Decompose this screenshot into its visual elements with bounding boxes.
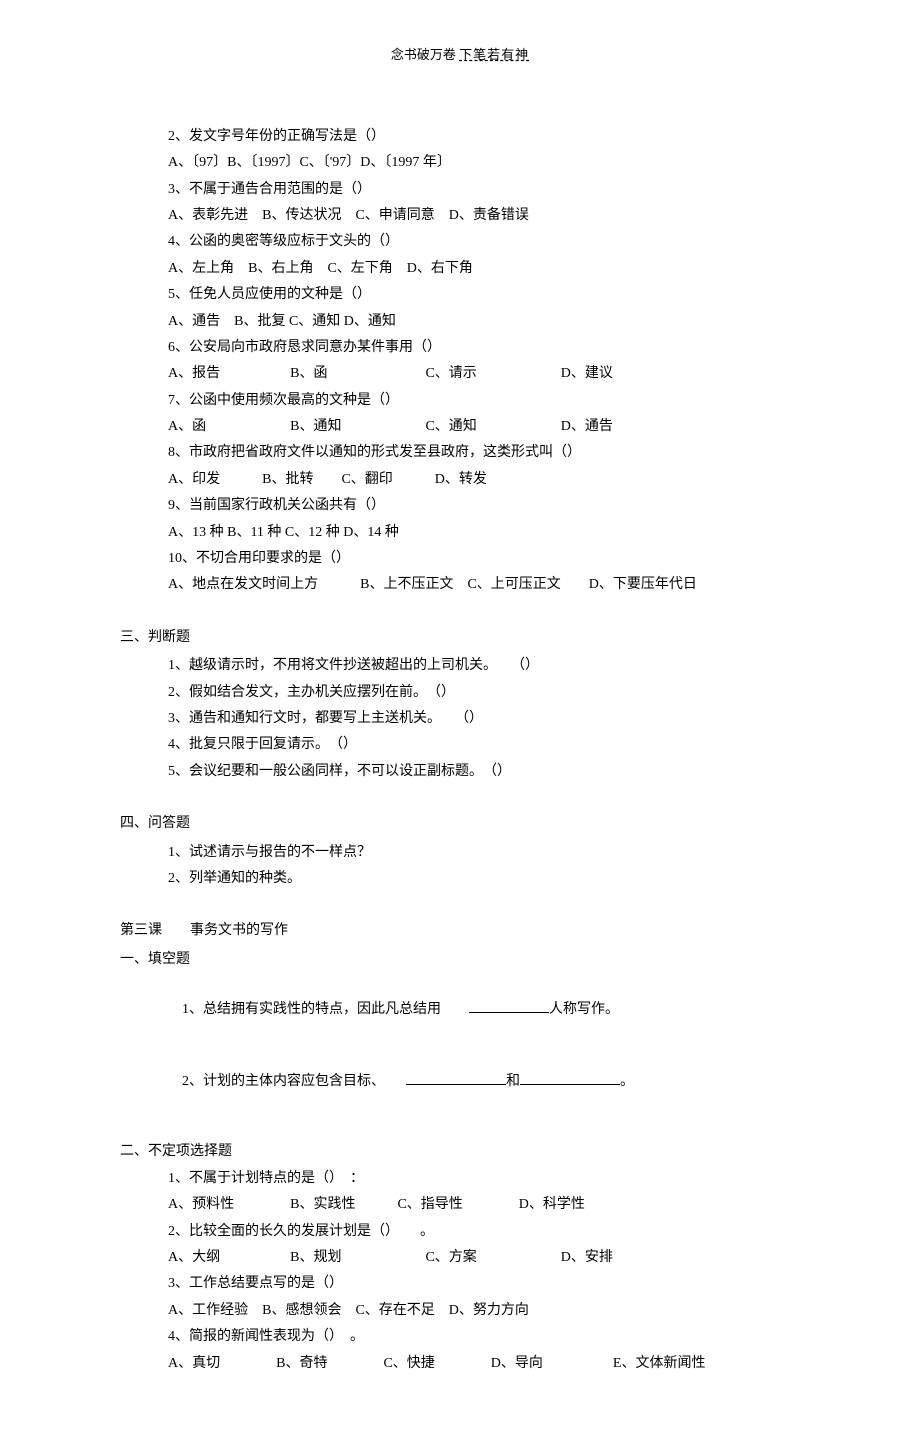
lesson3-fill-2b: 和 (506, 1074, 520, 1089)
blank-2 (406, 1070, 506, 1085)
blank-1 (469, 998, 549, 1013)
lesson3-fill-2c: 。 (620, 1074, 634, 1089)
q2-text: 2、发文字号年份的正确写法是（） (120, 126, 800, 148)
sec3-item5: 5、会议纪要和一般公函同样，不可以设正副标题。 （） (120, 761, 800, 783)
q10-text: 10、不切合用印要求的是（） (120, 548, 800, 570)
q5-opts: A、通告 B、批复 C、通知 D、通知 (120, 311, 800, 333)
l3q1-text: 1、不属于计划特点的是（） ： (120, 1168, 800, 1190)
lesson3-title: 第三课 事务文书的写作 (120, 920, 800, 942)
lesson3-fill-title: 一、填空题 (120, 949, 800, 971)
sec4-item1: 1、试述请示与报告的不一样点？ (120, 842, 800, 864)
q6-text: 6、公安局向市政府恳求同意办某件事用（） (120, 337, 800, 359)
sec4-item2: 2、列举通知的种类。 (120, 868, 800, 890)
lesson3-fill-1: 1、总结拥有实践性的特点，因此凡总结用 人称写作。 (120, 975, 800, 1043)
q2-opts: A、〔97〕B、〔1997〕C、〔'97〕D、〔1997 年〕 (120, 152, 800, 174)
l3q2-opts: A、大纲 B、规划 C、方案 D、安排 (120, 1247, 800, 1269)
lesson3-fill-2a: 2、计划的主体内容应包含目标、 (182, 1074, 406, 1089)
l3q2-text: 2、比较全面的长久的发展计划是（） 。 (120, 1221, 800, 1243)
q7-text: 7、公函中使用频次最高的文种是（） (120, 390, 800, 412)
q7-opts: A、函 B、通知 C、通知 D、通告 (120, 416, 800, 438)
q9-opts: A、13 种 B、11 种 C、12 种 D、14 种 (120, 522, 800, 544)
lesson3-fill-1a: 1、总结拥有实践性的特点，因此凡总结用 (182, 1002, 469, 1017)
q8-opts: A、印发 B、批转 C、翻印 D、转发 (120, 469, 800, 491)
blank-3 (520, 1070, 620, 1085)
q4-text: 4、公函的奥密等级应标于文头的（） (120, 231, 800, 253)
l3q1-opts: A、预料性 B、实践性 C、指导性 D、科学性 (120, 1194, 800, 1216)
q4-opts: A、左上角 B、右上角 C、左下角 D、右下角 (120, 258, 800, 280)
q3-opts: A、表彰先进 B、传达状况 C、申请同意 D、责备错误 (120, 205, 800, 227)
sec3-item2: 2、假如结合发文，主办机关应摆列在前。 （） (120, 682, 800, 704)
section3-title: 三、判断题 (120, 627, 800, 649)
q5-text: 5、任免人员应使用的文种是（） (120, 284, 800, 306)
q3-text: 3、不属于通告合用范围的是（） (120, 179, 800, 201)
lesson3-choice-title: 二、不定项选择题 (120, 1141, 800, 1163)
l3q4-text: 4、简报的新闻性表现为（） 。 (120, 1326, 800, 1348)
q8-text: 8、市政府把省政府文件以通知的形式发至县政府，这类形式叫（） (120, 442, 800, 464)
header-text-right: 下笔若有神 (459, 47, 529, 62)
q6-opts: A、报告 B、函 C、请示 D、建议 (120, 363, 800, 385)
sec3-item4: 4、批复只限于回复请示。 （） (120, 734, 800, 756)
l3q3-opts: A、工作经验 B、感想领会 C、存在不足 D、努力方向 (120, 1300, 800, 1322)
lesson3-fill-1b: 人称写作。 (549, 1002, 619, 1017)
lesson3-fill-2: 2、计划的主体内容应包含目标、 和 。 (120, 1047, 800, 1115)
q9-text: 9、当前国家行政机关公函共有（） (120, 495, 800, 517)
header-text-left: 念书破万卷 (391, 47, 456, 62)
document-page: 念书破万卷 下笔若有神 2、发文字号年份的正确写法是（） A、〔97〕B、〔19… (0, 0, 920, 1439)
l3q3-text: 3、工作总结要点写的是（） (120, 1273, 800, 1295)
sec3-item1: 1、越级请示时，不用将文件抄送被超出的上司机关。 （） (120, 655, 800, 677)
q10-opts: A、地点在发文时间上方 B、上不压正文 C、上可压正文 D、下要压年代日 (120, 574, 800, 596)
sec3-item3: 3、通告和通知行文时，都要写上主送机关。 （） (120, 708, 800, 730)
l3q4-opts: A、真切 B、奇特 C、快捷 D、导向 E、文体新闻性 (120, 1353, 800, 1375)
section4-title: 四、问答题 (120, 813, 800, 835)
page-header: 念书破万卷 下笔若有神 (120, 45, 800, 66)
